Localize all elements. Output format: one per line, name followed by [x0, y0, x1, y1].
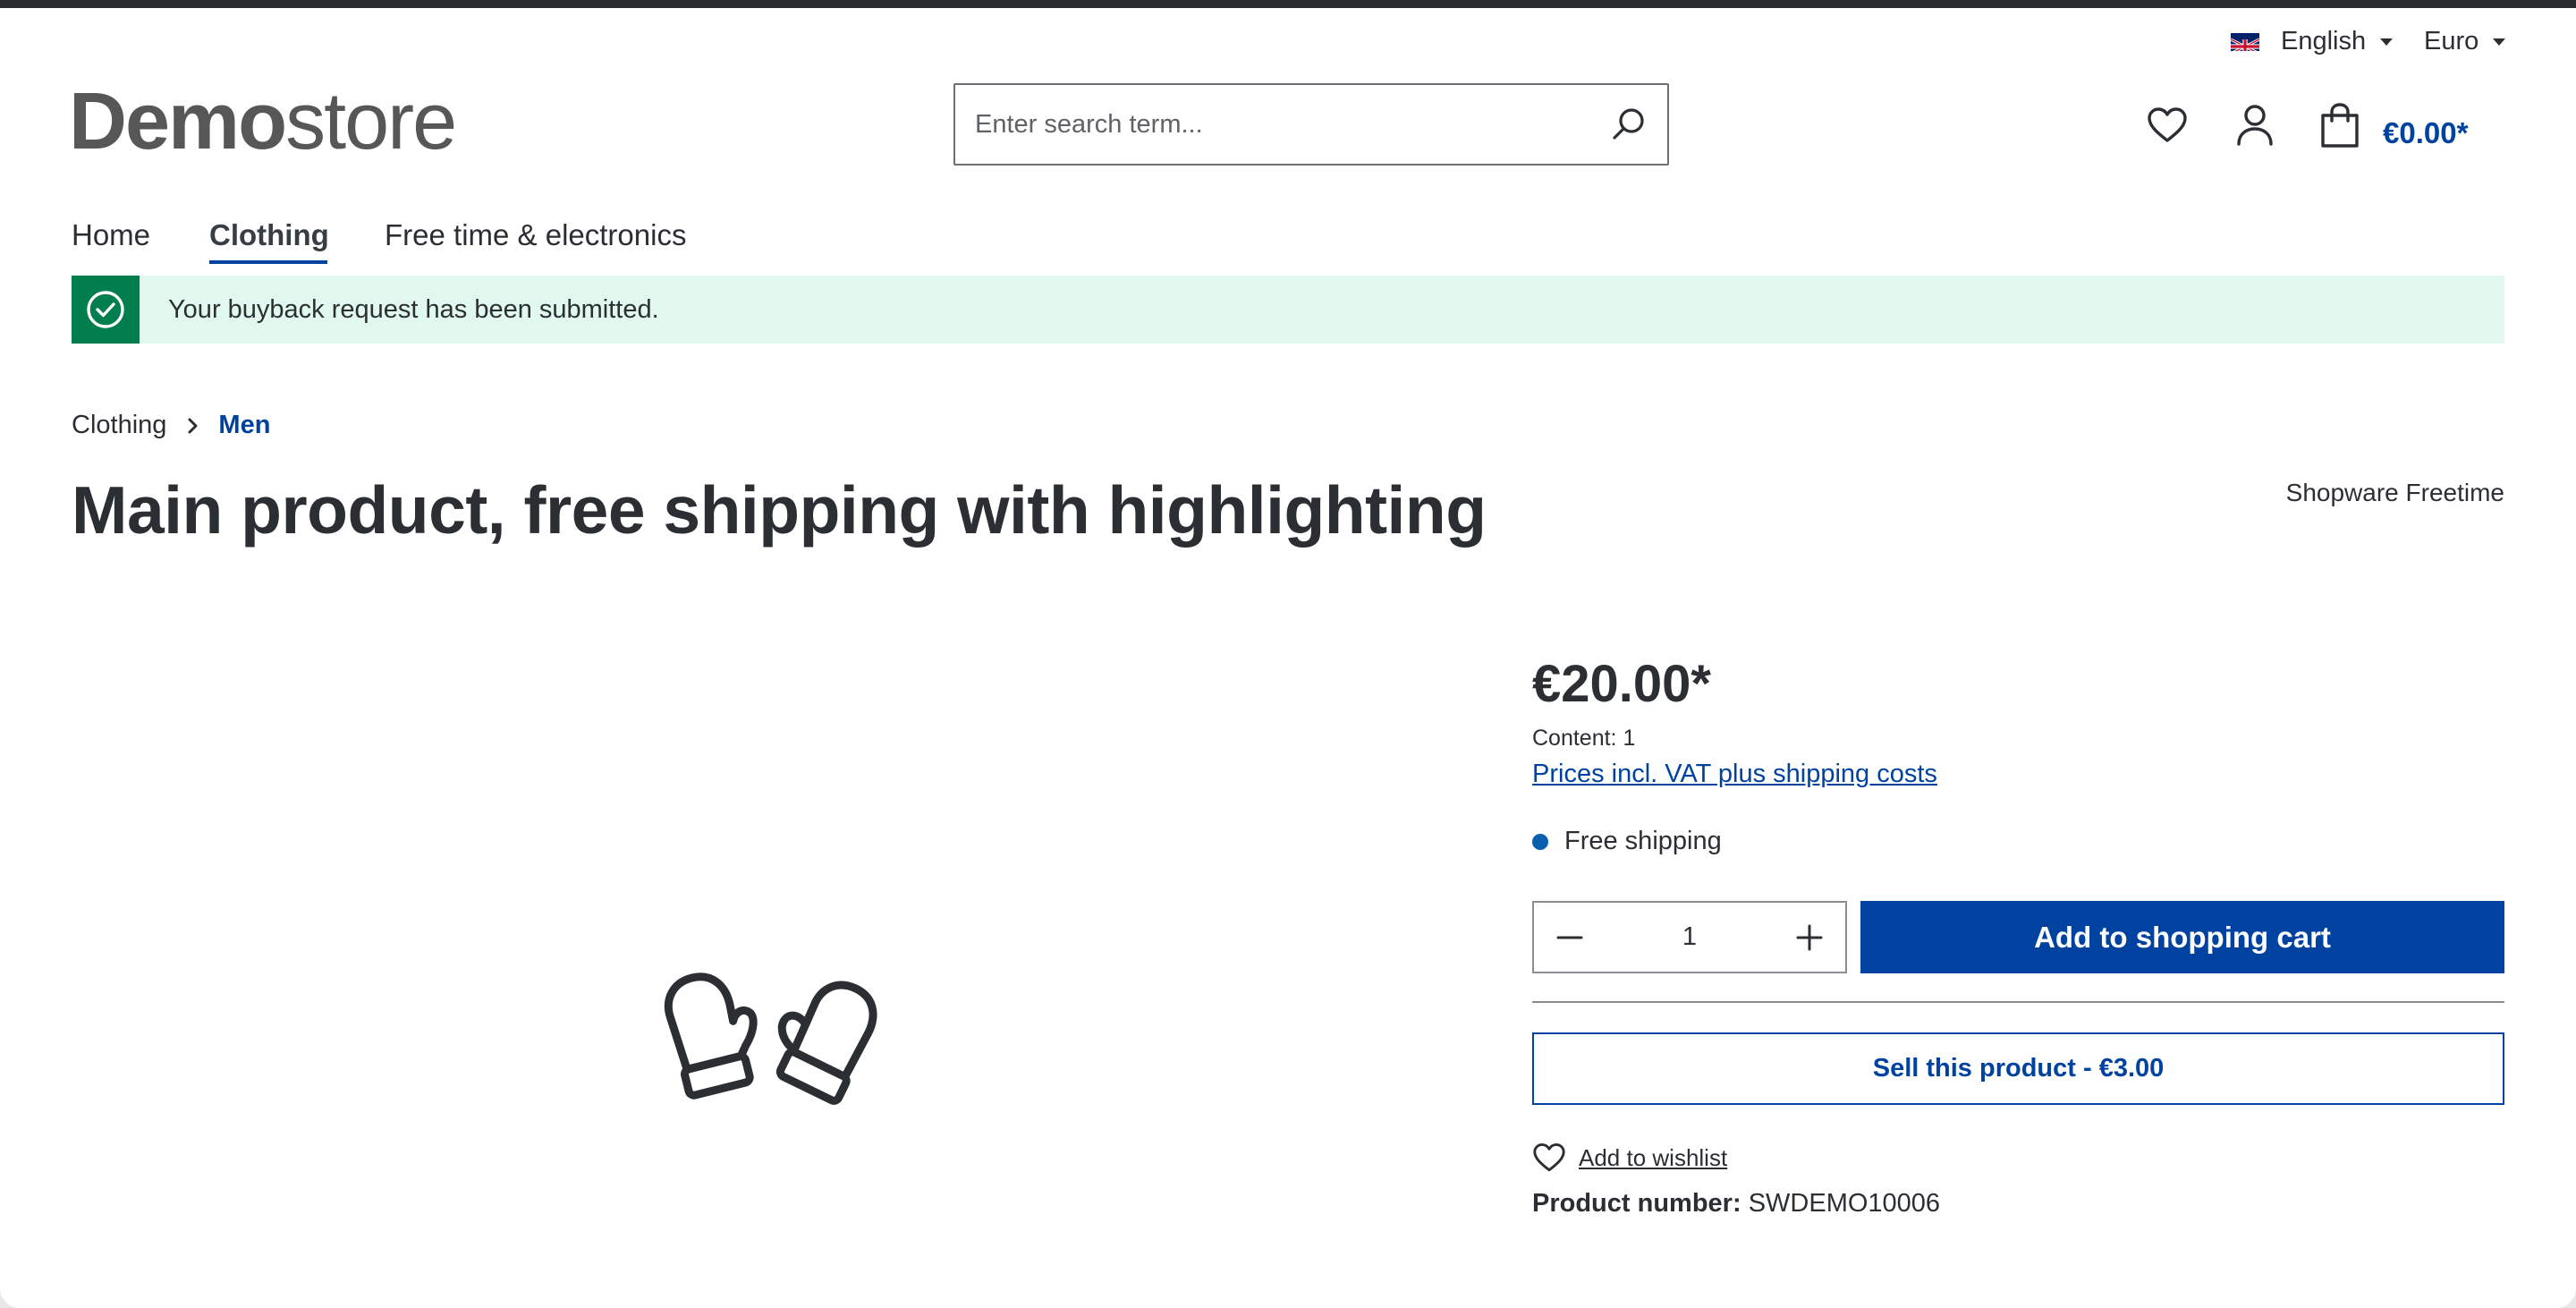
- currency-selector[interactable]: Euro: [2424, 27, 2506, 56]
- search-icon[interactable]: [1610, 106, 1648, 143]
- quantity-stepper: [1532, 901, 1847, 973]
- chevron-right-icon: [186, 416, 199, 436]
- manufacturer-link[interactable]: Shopware Freetime: [2286, 479, 2504, 507]
- logo-bold-text: Demo: [69, 77, 287, 166]
- currency-label: Euro: [2424, 27, 2479, 55]
- language-label: English: [2281, 27, 2367, 55]
- window-top-bar: [0, 0, 2576, 8]
- breadcrumb: Clothing Men: [72, 411, 270, 440]
- minus-icon[interactable]: [1554, 922, 1586, 954]
- check-circle-icon: [87, 291, 124, 328]
- mittens-icon: [664, 973, 877, 1105]
- breadcrumb-item-men[interactable]: Men: [218, 411, 270, 440]
- language-selector[interactable]: English: [2231, 27, 2394, 56]
- product-number-value: SWDEMO10006: [1748, 1189, 1941, 1218]
- quantity-input[interactable]: [1645, 922, 1734, 952]
- cart-icon[interactable]: [2318, 101, 2362, 151]
- chevron-down-icon: [2380, 38, 2394, 46]
- shipping-status-dot: [1532, 833, 1548, 850]
- buybox-divider: [1532, 1001, 2504, 1003]
- product-content: Content: 1: [1532, 726, 1636, 751]
- product-price: €20.00*: [1532, 655, 1711, 713]
- plus-icon[interactable]: [1793, 922, 1826, 954]
- search-input[interactable]: [975, 109, 1610, 140]
- wishlist-label: Add to wishlist: [1579, 1143, 1728, 1171]
- nav-item-home[interactable]: Home: [72, 218, 150, 252]
- nav-item-clothing[interactable]: Clothing: [209, 218, 329, 252]
- add-to-cart-button[interactable]: Add to shopping cart: [1860, 901, 2504, 973]
- vat-shipping-link[interactable]: Prices incl. VAT plus shipping costs: [1532, 760, 1937, 789]
- sell-product-button[interactable]: Sell this product - €3.00: [1532, 1032, 2504, 1105]
- shipping-info: Free shipping: [1532, 827, 1722, 856]
- shipping-label: Free shipping: [1564, 827, 1722, 855]
- add-to-wishlist-link[interactable]: Add to wishlist: [1532, 1142, 1727, 1173]
- alert-icon-container: [72, 276, 140, 344]
- alert-message: Your buyback request has been submitted.: [168, 294, 659, 324]
- search-box: [953, 83, 1669, 166]
- page-title: Main product, free shipping with highlig…: [72, 472, 1487, 548]
- account-icon[interactable]: [2233, 101, 2277, 149]
- heart-icon: [1532, 1142, 1566, 1173]
- product-image[interactable]: [644, 965, 886, 1117]
- chevron-down-icon: [2493, 38, 2506, 46]
- wishlist-heart-icon[interactable]: [2145, 103, 2190, 148]
- cart-total[interactable]: €0.00*: [2383, 116, 2468, 150]
- breadcrumb-item-clothing[interactable]: Clothing: [72, 411, 166, 440]
- store-logo[interactable]: Demostore: [69, 81, 457, 162]
- product-number-label: Product number:: [1532, 1189, 1741, 1218]
- uk-flag-icon: [2231, 32, 2259, 51]
- product-number: Product number: SWDEMO10006: [1532, 1189, 1940, 1219]
- success-alert: Your buyback request has been submitted.: [72, 276, 2504, 344]
- nav-item-free-time-electronics[interactable]: Free time & electronics: [385, 218, 686, 252]
- page: English Euro Demostore Enter search term…: [0, 8, 2576, 1308]
- nav-active-indicator: [209, 260, 327, 264]
- logo-light-text: store: [285, 77, 457, 166]
